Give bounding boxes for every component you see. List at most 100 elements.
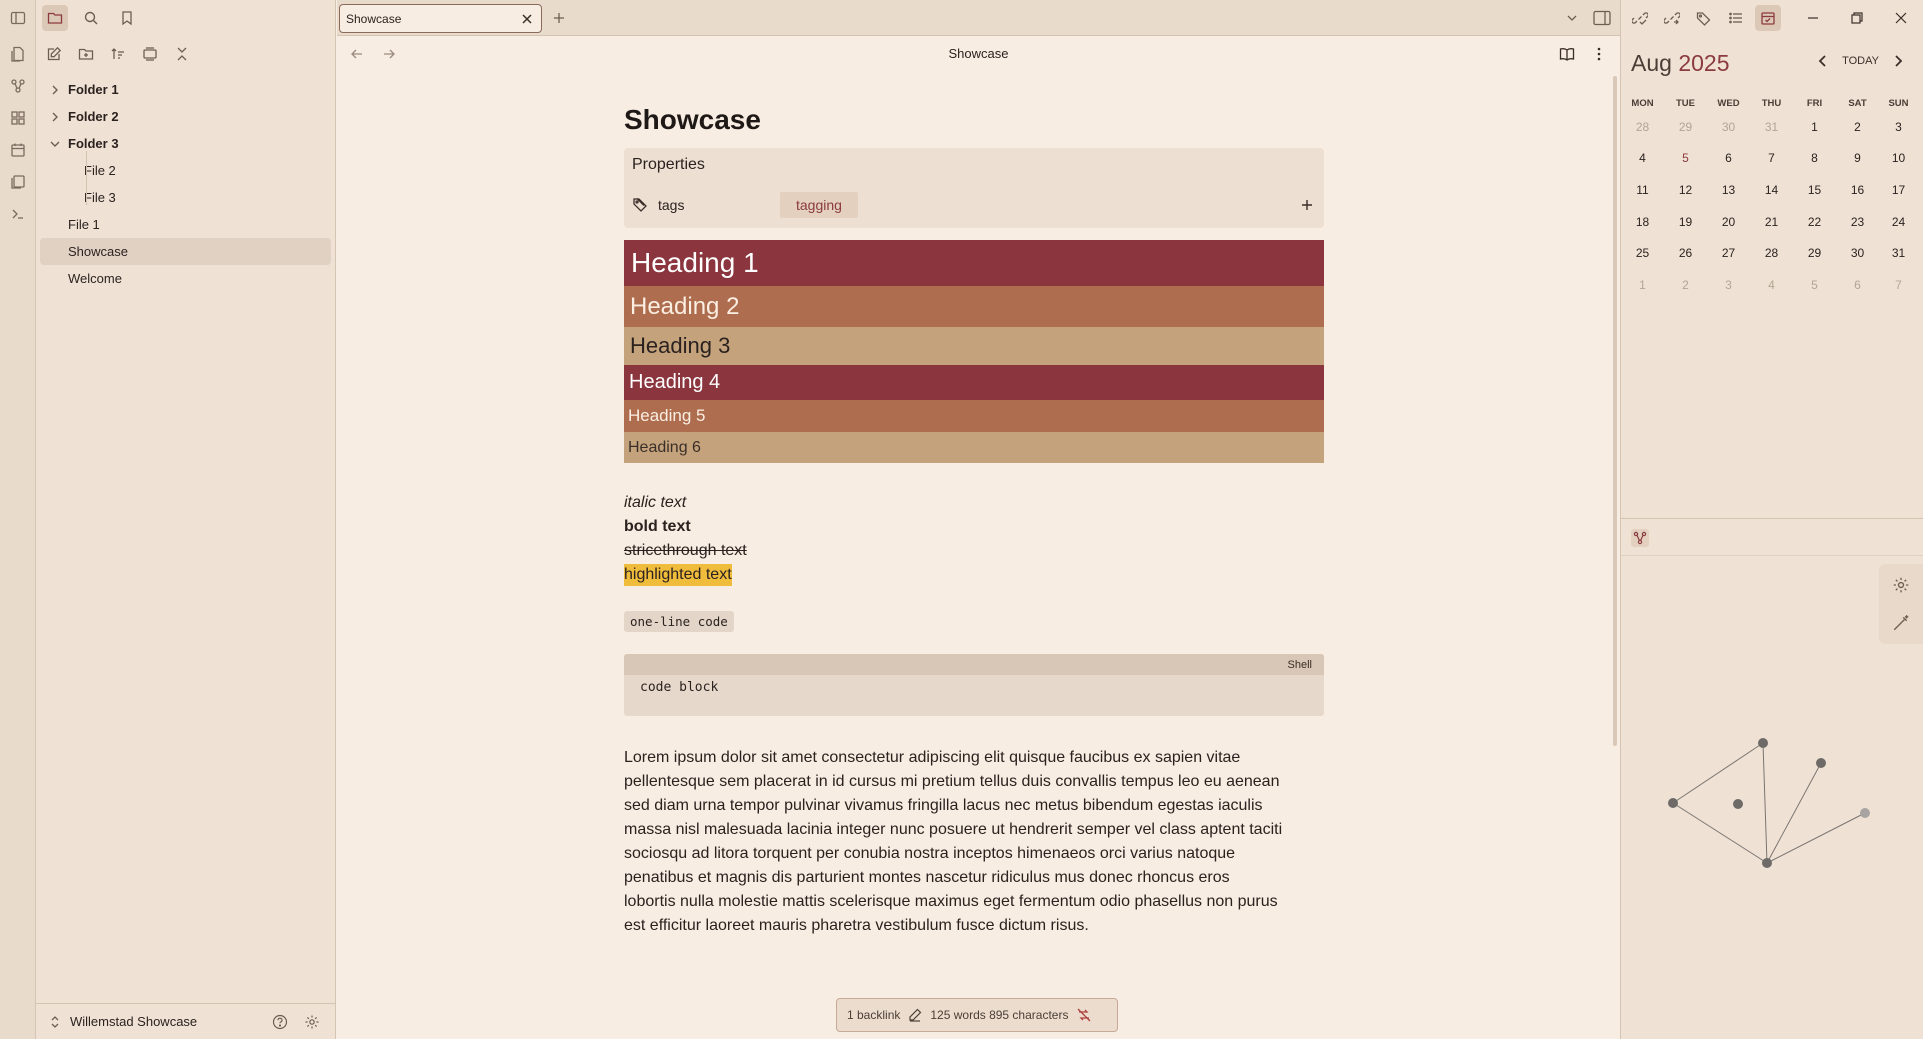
calendar-icon[interactable] bbox=[1755, 5, 1781, 31]
calendar-day[interactable]: 21 bbox=[1750, 215, 1793, 229]
tree-file-3[interactable]: File 3 bbox=[40, 184, 331, 211]
tree-file-2[interactable]: File 2 bbox=[40, 157, 331, 184]
backlink-count[interactable]: 1 backlink bbox=[847, 1008, 900, 1022]
highlighted-text[interactable]: highlighted text bbox=[624, 564, 732, 586]
collapse-all-icon[interactable] bbox=[174, 46, 190, 62]
calendar-day[interactable]: 29 bbox=[1793, 246, 1836, 260]
graph-node[interactable] bbox=[1816, 758, 1826, 768]
today-button[interactable]: TODAY bbox=[1842, 55, 1879, 67]
close-icon[interactable] bbox=[519, 11, 535, 27]
tags-pane-icon[interactable] bbox=[1691, 5, 1717, 31]
toggle-sidebar-icon[interactable] bbox=[8, 8, 28, 28]
minimize-icon[interactable] bbox=[1791, 0, 1835, 36]
add-property-plus-icon[interactable] bbox=[1300, 198, 1314, 212]
heading-4[interactable]: Heading 4 bbox=[624, 365, 1324, 400]
calendar-day[interactable]: 11 bbox=[1621, 183, 1664, 197]
calendar-day[interactable]: 7 bbox=[1879, 278, 1918, 292]
calendar-day[interactable]: 30 bbox=[1707, 120, 1750, 134]
folder-icon[interactable] bbox=[42, 5, 68, 31]
daily-note-icon[interactable] bbox=[8, 140, 28, 160]
properties-heading[interactable]: Properties bbox=[632, 156, 705, 174]
editing-pencil-icon[interactable] bbox=[908, 1008, 922, 1022]
calendar-day[interactable]: 1 bbox=[1621, 278, 1664, 292]
calendar-day[interactable]: 24 bbox=[1879, 215, 1918, 229]
graph-node[interactable] bbox=[1668, 798, 1678, 808]
animate-wand-icon[interactable] bbox=[1892, 614, 1910, 632]
calendar-day[interactable]: 6 bbox=[1707, 151, 1750, 165]
calendar-day[interactable]: 1 bbox=[1793, 120, 1836, 134]
code-block[interactable]: Shell code block bbox=[624, 654, 1324, 716]
tree-folder-3[interactable]: Folder 3 bbox=[40, 130, 331, 157]
word-character-count[interactable]: 125 words 895 characters bbox=[930, 1008, 1068, 1022]
local-graph-icon[interactable] bbox=[1631, 529, 1649, 547]
vault-name[interactable]: Willemstad Showcase bbox=[70, 1014, 272, 1029]
bold-text[interactable]: bold text bbox=[624, 515, 1324, 539]
graph-node[interactable] bbox=[1733, 799, 1743, 809]
heading-1[interactable]: Heading 1 bbox=[624, 240, 1324, 286]
calendar-day[interactable]: 9 bbox=[1836, 151, 1879, 165]
calendar-day[interactable]: 26 bbox=[1664, 246, 1707, 260]
heading-5[interactable]: Heading 5 bbox=[624, 400, 1324, 432]
heading-3[interactable]: Heading 3 bbox=[624, 327, 1324, 365]
terminal-icon[interactable] bbox=[8, 204, 28, 224]
calendar-day[interactable]: 3 bbox=[1707, 278, 1750, 292]
restore-window-icon[interactable] bbox=[1835, 0, 1879, 36]
new-note-icon[interactable] bbox=[46, 46, 62, 62]
calendar-day[interactable]: 28 bbox=[1750, 246, 1793, 260]
lorem-paragraph[interactable]: Lorem ipsum dolor sit amet consectetur a… bbox=[624, 746, 1324, 938]
calendar-day[interactable]: 18 bbox=[1621, 215, 1664, 229]
calendar-day[interactable]: 4 bbox=[1750, 278, 1793, 292]
local-graph-canvas[interactable] bbox=[1621, 700, 1923, 880]
calendar-day[interactable]: 2 bbox=[1664, 278, 1707, 292]
calendar-day[interactable]: 31 bbox=[1879, 246, 1918, 260]
graph-node[interactable] bbox=[1758, 738, 1768, 748]
reading-view-book-icon[interactable] bbox=[1559, 46, 1575, 62]
italic-text[interactable]: italic text bbox=[624, 491, 1324, 515]
calendar-day[interactable]: 8 bbox=[1793, 151, 1836, 165]
calendar-day[interactable]: 10 bbox=[1879, 151, 1918, 165]
outline-list-icon[interactable] bbox=[1723, 5, 1749, 31]
heading-2[interactable]: Heading 2 bbox=[624, 286, 1324, 327]
calendar-day[interactable]: 19 bbox=[1664, 215, 1707, 229]
calendar-day[interactable]: 5 bbox=[1793, 278, 1836, 292]
next-month-chevron-icon[interactable] bbox=[1891, 54, 1905, 68]
auto-reveal-icon[interactable] bbox=[142, 46, 158, 62]
backlinks-icon[interactable] bbox=[1627, 5, 1653, 31]
calendar-day[interactable]: 6 bbox=[1836, 278, 1879, 292]
graph-node[interactable] bbox=[1860, 808, 1870, 818]
previous-month-chevron-icon[interactable] bbox=[1816, 54, 1830, 68]
calendar-day[interactable]: 3 bbox=[1879, 120, 1918, 134]
templates-icon[interactable] bbox=[8, 172, 28, 192]
calendar-day[interactable]: 27 bbox=[1707, 246, 1750, 260]
editor-scrollbar[interactable] bbox=[1613, 76, 1617, 746]
tree-file-showcase[interactable]: Showcase bbox=[40, 238, 331, 265]
close-window-icon[interactable] bbox=[1879, 0, 1923, 36]
calendar-day[interactable]: 12 bbox=[1664, 183, 1707, 197]
calendar-day[interactable]: 16 bbox=[1836, 183, 1879, 197]
sync-off-icon[interactable] bbox=[1076, 1007, 1092, 1023]
tree-file-welcome[interactable]: Welcome bbox=[40, 265, 331, 292]
graph-view-icon[interactable] bbox=[8, 76, 28, 96]
tab-list-chevron-down-icon[interactable] bbox=[1564, 10, 1580, 26]
calendar-day[interactable]: 20 bbox=[1707, 215, 1750, 229]
settings-gear-icon[interactable] bbox=[304, 1014, 320, 1030]
calendar-day[interactable]: 30 bbox=[1836, 246, 1879, 260]
graph-node-current[interactable] bbox=[1762, 858, 1772, 868]
canvas-icon[interactable] bbox=[8, 108, 28, 128]
outgoing-links-icon[interactable] bbox=[1659, 5, 1685, 31]
graph-settings-gear-icon[interactable] bbox=[1892, 576, 1910, 594]
calendar-day[interactable]: 31 bbox=[1750, 120, 1793, 134]
tag-pill[interactable]: tagging bbox=[780, 192, 858, 218]
calendar-day[interactable]: 4 bbox=[1621, 151, 1664, 165]
view-title[interactable]: Showcase bbox=[337, 46, 1620, 61]
calendar-day[interactable]: 7 bbox=[1750, 151, 1793, 165]
tab-showcase[interactable]: Showcase bbox=[339, 4, 542, 33]
calendar-day[interactable]: 14 bbox=[1750, 183, 1793, 197]
calendar-day[interactable]: 23 bbox=[1836, 215, 1879, 229]
calendar-day[interactable]: 15 bbox=[1793, 183, 1836, 197]
new-tab-plus-icon[interactable] bbox=[551, 10, 567, 26]
heading-6[interactable]: Heading 6 bbox=[624, 432, 1324, 463]
tree-file-1[interactable]: File 1 bbox=[40, 211, 331, 238]
new-folder-icon[interactable] bbox=[78, 46, 94, 62]
inline-code[interactable]: one-line code bbox=[624, 611, 734, 632]
